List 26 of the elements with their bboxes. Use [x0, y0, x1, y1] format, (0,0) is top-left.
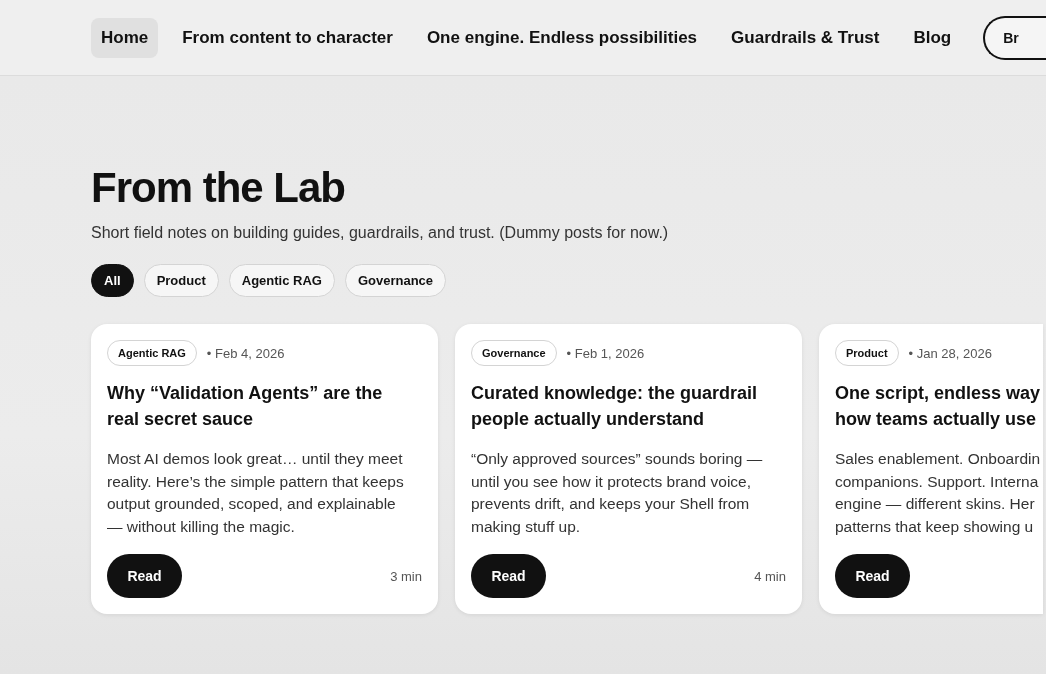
filter-chip[interactable]: Agentic RAG [228, 264, 335, 297]
nav-link[interactable]: From content to character [172, 17, 403, 58]
page-subtitle: Short field notes on building guides, guardrails, and trust. (Dummy posts for now.) [91, 224, 670, 242]
read-time: 3 min [390, 568, 422, 584]
post-title: One script, endless way how teams actually use [835, 382, 1042, 431]
post-date: • Feb 1, 2026 [566, 345, 645, 361]
post-title: Curated knowledge: the guardrail people actually understand [471, 382, 759, 431]
filter-chip[interactable]: Governance [344, 264, 447, 297]
read-button[interactable]: Read [471, 554, 546, 598]
read-time: 4 min [754, 568, 786, 584]
post-date: • Jan 28, 2026 [908, 345, 992, 361]
post-excerpt: Sales enablement. Onboardin companions. Support. Interna engine — different skins. Her patterns that keep showing u [835, 449, 1042, 537]
filter-chip[interactable]: Product [143, 264, 219, 297]
post-title: Why “Validation Agents” are the real secret sauce [107, 382, 384, 431]
nav-link[interactable]: One engine. Endless possibilities [416, 17, 708, 58]
nav-link[interactable]: Guardrails & Trust [721, 17, 890, 58]
read-button[interactable]: Read [107, 554, 182, 598]
post-excerpt: Most AI demos look great… until they meet reality. Here’s the simple pattern that keeps output grounded, scoped, and explainable — without killing the magic. [107, 449, 405, 537]
page-heading: From the Lab [91, 164, 346, 212]
read-button[interactable]: Read [835, 554, 910, 598]
post-date: • Feb 4, 2026 [206, 345, 285, 361]
post-excerpt: “Only approved sources” sounds boring — until you see how it protects brand voice, prevents drift, and keeps your Shell from making stuff up. [471, 449, 764, 537]
nav-link[interactable]: Home [91, 17, 159, 58]
nav-cta-button[interactable]: Br [983, 15, 1046, 60]
filter-chip[interactable]: All [91, 264, 134, 297]
nav-link[interactable]: Blog [903, 17, 962, 58]
